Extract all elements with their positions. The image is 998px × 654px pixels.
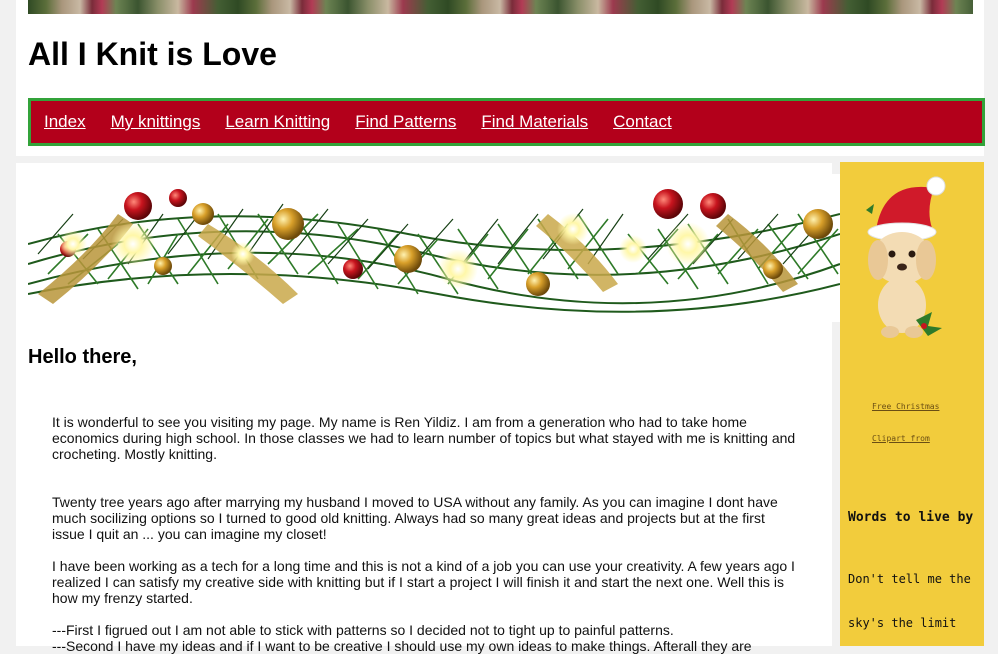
- intro-text: It is wonderful to see you visiting my p…: [52, 414, 800, 654]
- nav-find-patterns[interactable]: Find Patterns: [355, 112, 456, 132]
- nav-my-knittings[interactable]: My knittings: [111, 112, 201, 132]
- paragraph: ---First I figrued out I am not able to …: [52, 622, 674, 638]
- christmas-garland-image: [28, 174, 840, 322]
- site-title: All I Knit is Love: [28, 36, 277, 72]
- paragraph: ---Second I have my ideas and if I want …: [52, 638, 752, 654]
- santa-hat-puppy-image: [866, 176, 946, 338]
- nav-contact[interactable]: Contact: [613, 112, 672, 132]
- paragraph: Twenty tree years ago after marrying my …: [52, 494, 778, 542]
- paragraph: It is wonderful to see you visiting my p…: [52, 414, 796, 462]
- credit-link-clipart-from[interactable]: Clipart from: [872, 434, 930, 443]
- knitting-banner-image: [28, 0, 973, 14]
- quote-line: sky's the limit: [848, 616, 957, 630]
- quote-line: Don't tell me the: [848, 572, 971, 586]
- nav-index[interactable]: Index: [44, 112, 86, 132]
- main-content-area: Hello there, It is wonderful to see you …: [16, 163, 840, 654]
- nav-find-materials[interactable]: Find Materials: [481, 112, 588, 132]
- main-navigation: Index My knittings Learn Knitting Find P…: [28, 98, 985, 146]
- sidebar: Free Christmas Clipart from Words to liv…: [840, 162, 984, 646]
- paragraph: I have been working as a tech for a long…: [52, 558, 795, 606]
- words-to-live-by-heading: Words to live by: [848, 510, 974, 525]
- nav-learn-knitting[interactable]: Learn Knitting: [225, 112, 330, 132]
- credit-link-free-christmas[interactable]: Free Christmas: [872, 402, 939, 411]
- greeting-heading: Hello there,: [28, 346, 137, 368]
